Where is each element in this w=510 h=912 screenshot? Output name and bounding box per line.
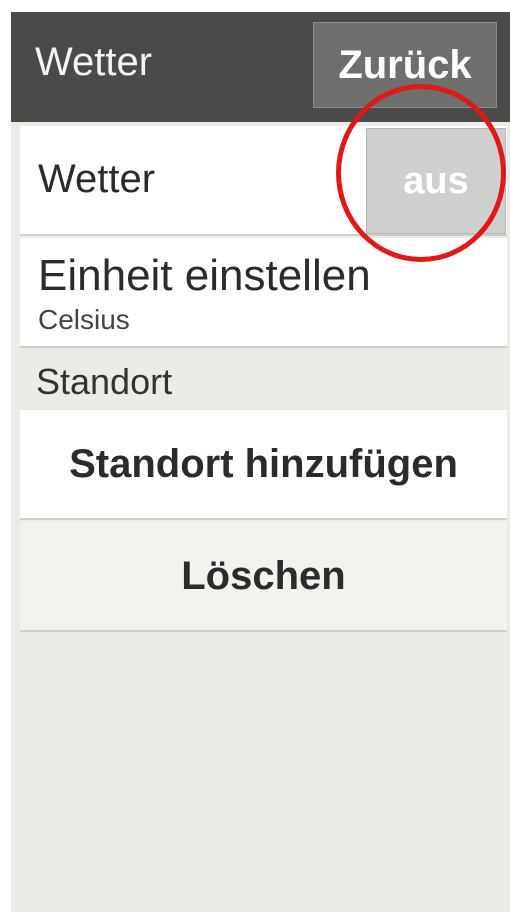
add-location-button[interactable]: Standort hinzufügen bbox=[20, 410, 507, 520]
weather-toggle-button[interactable]: aus bbox=[366, 128, 506, 234]
unit-setting-label: Einheit einstellen bbox=[38, 251, 371, 300]
header-bar: Wetter Zurück bbox=[11, 12, 510, 122]
delete-button[interactable]: Löschen bbox=[20, 522, 507, 632]
unit-setting-value: Celsius bbox=[38, 304, 130, 335]
page-title: Wetter bbox=[35, 40, 153, 84]
weather-setting-row: Wetter aus bbox=[20, 126, 507, 236]
unit-setting-row[interactable]: Einheit einstellen Celsius bbox=[20, 238, 507, 348]
location-section-label: Standort bbox=[36, 361, 173, 402]
weather-setting-label: Wetter bbox=[38, 157, 156, 201]
screen: Wetter Zurück Wetter aus Einheit einstel… bbox=[11, 12, 510, 912]
back-button[interactable]: Zurück bbox=[313, 22, 497, 108]
